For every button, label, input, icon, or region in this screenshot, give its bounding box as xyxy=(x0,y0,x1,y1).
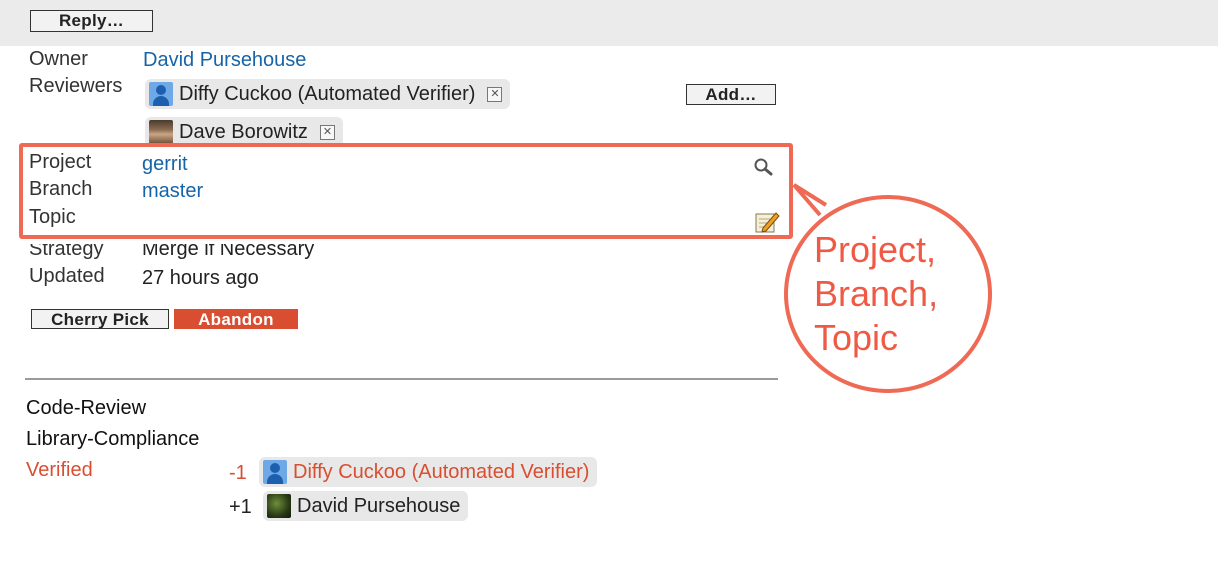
avatar xyxy=(149,120,173,144)
add-reviewer-button[interactable]: Add… xyxy=(686,84,776,105)
user-avatar-icon xyxy=(149,82,173,106)
project-label: Project xyxy=(29,151,92,173)
abandon-button[interactable]: Abandon xyxy=(174,309,298,329)
cherry-pick-button[interactable]: Cherry Pick xyxy=(31,309,169,329)
section-divider xyxy=(25,378,778,380)
voter-name: David Pursehouse xyxy=(297,494,461,517)
user-avatar-icon xyxy=(263,460,287,484)
reviewer-name: Diffy Cuckoo (Automated Verifier) xyxy=(179,82,476,105)
vote-score: -1 xyxy=(229,462,247,484)
callout-tail xyxy=(792,183,828,217)
search-icon[interactable] xyxy=(753,157,775,177)
owner-link[interactable]: David Pursehouse xyxy=(143,49,306,72)
voter-name: Diffy Cuckoo (Automated Verifier) xyxy=(293,460,590,483)
project-link[interactable]: gerrit xyxy=(142,153,188,176)
strategy-value: Merge if Necessary xyxy=(142,238,315,260)
updated-label: Updated xyxy=(29,265,105,287)
callout-text: Project, Branch, Topic xyxy=(814,229,939,358)
library-compliance-label: Library-Compliance xyxy=(26,428,200,450)
owner-label: Owner xyxy=(29,48,88,70)
topic-label: Topic xyxy=(29,206,76,228)
updated-value: 27 hours ago xyxy=(142,267,259,289)
top-bar xyxy=(0,0,1218,46)
highlight-callout-box xyxy=(19,143,793,239)
strategy-label: Strategy xyxy=(29,238,104,260)
voter-chip[interactable]: Diffy Cuckoo (Automated Verifier) xyxy=(259,457,598,487)
voter-chip[interactable]: David Pursehouse xyxy=(263,491,469,521)
reviewer-name: Dave Borowitz xyxy=(179,120,308,143)
reviewers-label: Reviewers xyxy=(29,75,123,97)
code-review-label: Code-Review xyxy=(26,397,147,419)
vote-score: +1 xyxy=(229,496,252,518)
reviewer-chip[interactable]: Diffy Cuckoo (Automated Verifier) ✕ xyxy=(145,79,511,109)
avatar xyxy=(267,494,291,518)
verified-label: Verified xyxy=(26,459,93,481)
branch-label: Branch xyxy=(29,178,93,200)
remove-reviewer-icon[interactable]: ✕ xyxy=(487,86,503,102)
branch-link[interactable]: master xyxy=(142,180,203,203)
reply-button[interactable]: Reply… xyxy=(30,10,153,32)
remove-reviewer-icon[interactable]: ✕ xyxy=(319,124,335,140)
edit-pencil-icon[interactable] xyxy=(754,209,780,235)
